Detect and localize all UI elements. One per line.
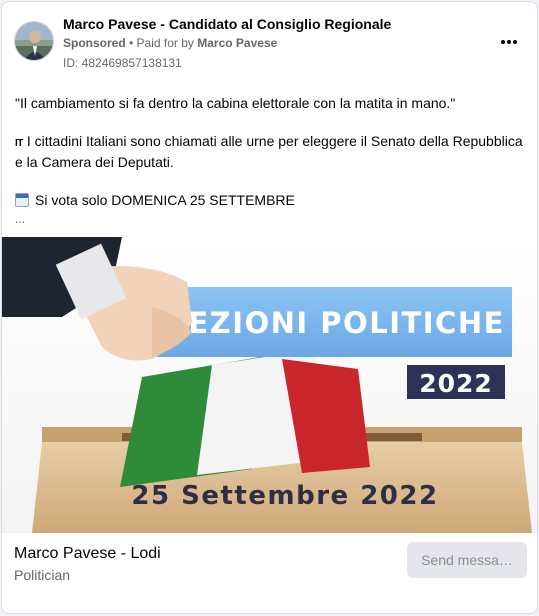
paid-for-prefix: Paid for by bbox=[136, 36, 198, 50]
vote-date-text: Si vota solo DOMENICA 25 SETTEMBRE bbox=[35, 192, 295, 208]
image-headline: ELEZIONI POLITICHE bbox=[147, 306, 505, 340]
image-date: 25 Settembre 2022 bbox=[131, 481, 438, 511]
avatar-photo bbox=[15, 22, 53, 60]
more-options-button[interactable] bbox=[497, 32, 521, 52]
image-year: 2022 bbox=[419, 369, 493, 398]
ad-id: ID: 482469857138131 bbox=[63, 56, 182, 70]
vote-date-line: Si vota solo DOMENICA 25 SETTEMBRE bbox=[15, 191, 527, 210]
sponsored-label: Sponsored bbox=[63, 36, 126, 50]
avatar[interactable] bbox=[14, 21, 54, 61]
italy-flag-icon: IT bbox=[15, 138, 23, 149]
post-quote: "Il cambiamento si fa dentro la cabina e… bbox=[15, 95, 456, 111]
ad-footer: Marco Pavese - Lodi Politician Send mess… bbox=[2, 533, 537, 613]
ad-image[interactable]: ELEZIONI POLITICHE 2022 25 Settembre 202… bbox=[2, 237, 538, 533]
paragraph-text: I cittadini Italiani sono chiamati alle … bbox=[15, 133, 523, 170]
footer-page-category: Politician bbox=[14, 567, 71, 583]
post-text: "Il cambiamento si fa dentro la cabina e… bbox=[15, 94, 527, 229]
post-header: Marco Pavese - Candidato al Consiglio Re… bbox=[2, 2, 537, 78]
footer-page-title[interactable]: Marco Pavese - Lodi bbox=[14, 545, 161, 563]
sponsored-meta: Sponsored • Paid for by Marco Pavese bbox=[63, 36, 277, 50]
meta-separator: • bbox=[125, 36, 137, 50]
send-message-button[interactable]: Send messa… bbox=[407, 542, 527, 578]
page-name-link[interactable]: Marco Pavese - Candidato al Consiglio Re… bbox=[63, 16, 391, 32]
post-paragraph: IT I cittadini Italiani sono chiamati all… bbox=[15, 132, 527, 172]
more-dot bbox=[507, 40, 511, 44]
calendar-icon bbox=[15, 193, 29, 207]
see-more-link[interactable]: ... bbox=[15, 210, 527, 229]
paid-for-name[interactable]: Marco Pavese bbox=[197, 36, 277, 50]
more-horizontal-icon bbox=[501, 40, 505, 44]
more-dot bbox=[513, 40, 517, 44]
sponsored-post-card: Marco Pavese - Candidato al Consiglio Re… bbox=[1, 1, 538, 614]
